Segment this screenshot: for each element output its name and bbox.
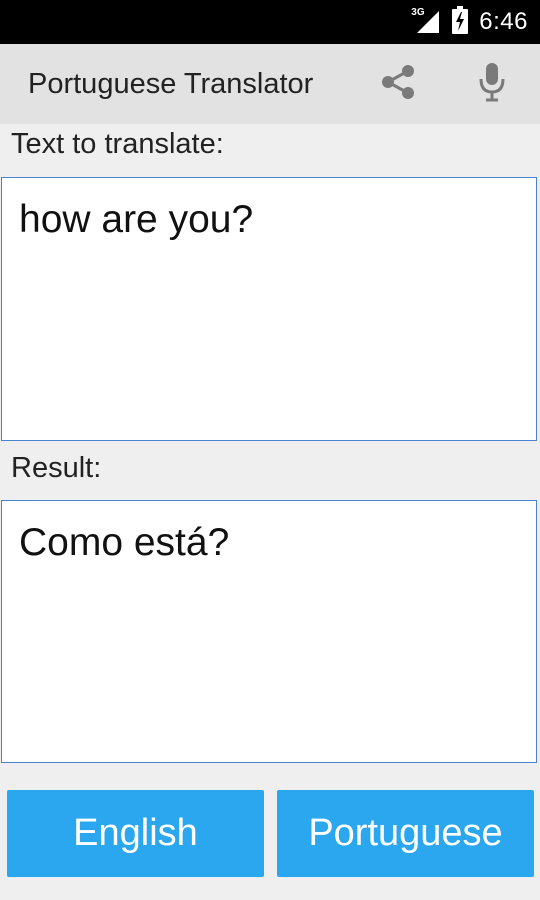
share-icon xyxy=(378,62,418,107)
microphone-icon xyxy=(477,61,507,108)
voice-input-button[interactable] xyxy=(470,62,514,106)
translate-input[interactable]: how are you? xyxy=(1,177,537,441)
input-label: Text to translate: xyxy=(11,128,224,160)
status-icons: 3G 6:46 xyxy=(411,0,528,44)
app-title: Portuguese Translator xyxy=(28,68,314,100)
target-language-button[interactable]: Portuguese xyxy=(277,790,534,877)
app-bar: Portuguese Translator xyxy=(0,44,540,124)
share-button[interactable] xyxy=(376,62,420,106)
signal-icon: 3G xyxy=(411,7,441,35)
status-time: 6:46 xyxy=(479,8,528,35)
battery-charging-icon xyxy=(451,5,469,39)
result-output[interactable]: Como está? xyxy=(1,500,537,763)
source-language-button[interactable]: English xyxy=(7,790,264,877)
input-text: how are you? xyxy=(19,198,254,241)
status-bar: 3G 6:46 xyxy=(0,0,540,44)
result-text: Como está? xyxy=(19,521,230,564)
result-label: Result: xyxy=(11,452,102,484)
network-type-label: 3G xyxy=(411,7,425,18)
